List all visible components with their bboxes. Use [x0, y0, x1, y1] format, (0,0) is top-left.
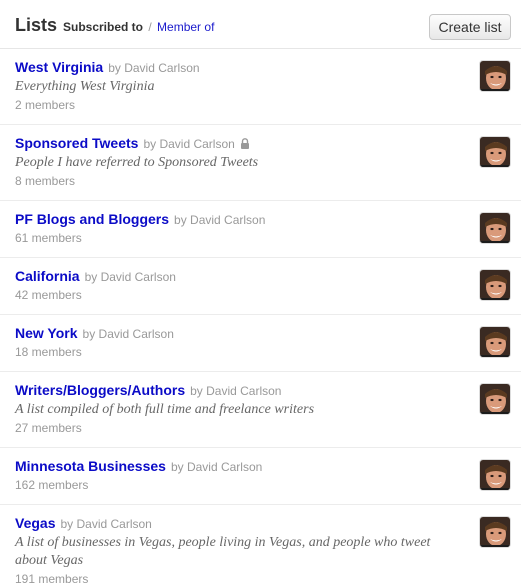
lists-header: Lists Subscribed to / Member of Create l…: [0, 0, 521, 49]
list-name-link[interactable]: West Virginia: [15, 59, 103, 75]
tab-subscribed-to[interactable]: Subscribed to: [63, 20, 143, 34]
list-name-link[interactable]: Minnesota Businesses: [15, 458, 166, 474]
list-row-header: New York by David Carlson: [15, 325, 506, 343]
list-row-header: PF Blogs and Bloggers by David Carlson: [15, 211, 506, 229]
list-member-count[interactable]: 61 members: [15, 229, 506, 247]
list-member-count[interactable]: 191 members: [15, 570, 506, 583]
create-list-button[interactable]: Create list: [429, 14, 511, 40]
user-avatar[interactable]: [479, 136, 511, 168]
user-avatar[interactable]: [479, 326, 511, 358]
list-member-count[interactable]: 8 members: [15, 172, 506, 190]
list-row-header: Sponsored Tweets by David Carlson: [15, 135, 506, 153]
list-row-header: Writers/Bloggers/Authors by David Carlson: [15, 382, 506, 400]
list-row: California by David Carlson 42 members: [0, 258, 521, 315]
list-row: Minnesota Businesses by David Carlson 162 …: [0, 448, 521, 505]
list-owner-label[interactable]: by David Carlson: [108, 61, 199, 75]
list-row: Writers/Bloggers/Authors by David Carlson…: [0, 372, 521, 448]
list-member-count[interactable]: 42 members: [15, 286, 506, 304]
list-owner-label[interactable]: by David Carlson: [60, 517, 151, 531]
list-description: Everything West Virginia: [15, 79, 155, 94]
list-row: West Virginia by David Carlson Everything …: [0, 49, 521, 125]
tab-separator: /: [148, 20, 152, 34]
list-member-count[interactable]: 18 members: [15, 343, 506, 361]
list-member-count[interactable]: 2 members: [15, 96, 506, 114]
list-name-link[interactable]: California: [15, 268, 80, 284]
lock-icon: [240, 136, 250, 149]
list-owner-label[interactable]: by David Carlson: [85, 270, 176, 284]
user-avatar[interactable]: [479, 60, 511, 92]
list-row: New York by David Carlson 18 members: [0, 315, 521, 372]
list-name-link[interactable]: New York: [15, 325, 78, 341]
list-row: PF Blogs and Bloggers by David Carlson 61 …: [0, 201, 521, 258]
list-description: A list of businesses in Vegas, people li…: [15, 535, 431, 568]
user-avatar[interactable]: [479, 383, 511, 415]
user-avatar[interactable]: [479, 516, 511, 548]
list-row-header: Vegas by David Carlson: [15, 515, 506, 533]
list-owner-label[interactable]: by David Carlson: [174, 213, 265, 227]
user-avatar[interactable]: [479, 212, 511, 244]
list-description: People I have referred to Sponsored Twee…: [15, 155, 259, 170]
list-row: Vegas by David Carlson A list of businesse…: [0, 505, 521, 583]
list-row-header: West Virginia by David Carlson: [15, 59, 506, 77]
list-owner-label[interactable]: by David Carlson: [83, 327, 174, 341]
lists-container: West Virginia by David Carlson Everything …: [0, 49, 521, 583]
list-name-link[interactable]: Vegas: [15, 515, 55, 531]
list-description: A list compiled of both full time and fr…: [15, 402, 315, 417]
list-row-header: California by David Carlson: [15, 268, 506, 286]
user-avatar[interactable]: [479, 459, 511, 491]
list-member-count[interactable]: 162 members: [15, 476, 506, 494]
list-row: Sponsored Tweets by David Carlson People …: [0, 125, 521, 201]
list-name-link[interactable]: Writers/Bloggers/Authors: [15, 382, 185, 398]
page-title: Lists: [15, 15, 58, 35]
tab-member-of[interactable]: Member of: [157, 20, 214, 34]
list-owner-label[interactable]: by David Carlson: [171, 460, 262, 474]
list-row-header: Minnesota Businesses by David Carlson: [15, 458, 506, 476]
user-avatar[interactable]: [479, 269, 511, 301]
list-owner-label[interactable]: by David Carlson: [143, 137, 234, 151]
list-name-link[interactable]: PF Blogs and Bloggers: [15, 211, 169, 227]
list-member-count[interactable]: 27 members: [15, 419, 506, 437]
list-owner-label[interactable]: by David Carlson: [190, 384, 281, 398]
list-tabs: Subscribed to / Member of: [63, 20, 214, 34]
list-name-link[interactable]: Sponsored Tweets: [15, 135, 138, 151]
